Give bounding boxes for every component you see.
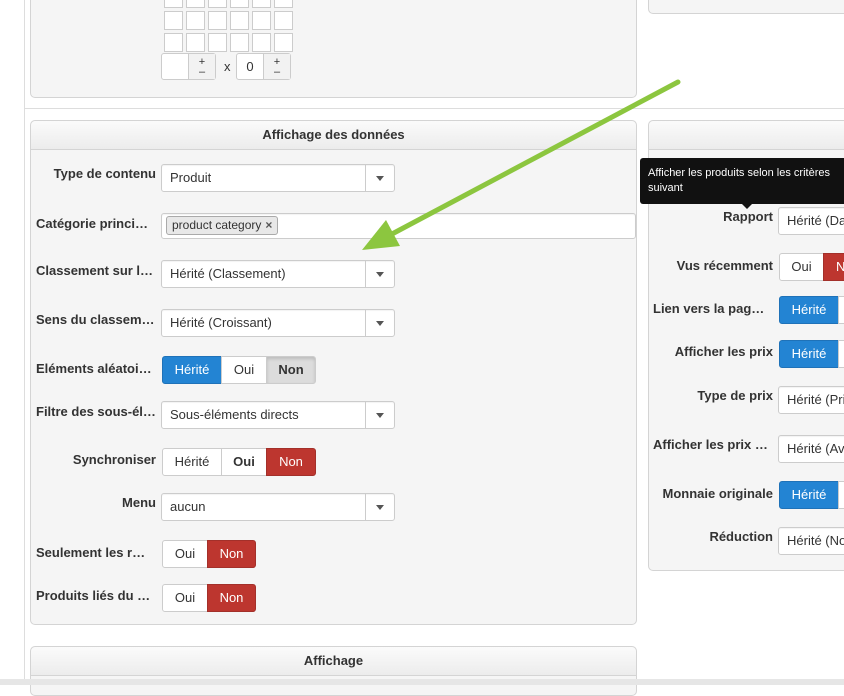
annotation-arrow-icon	[362, 79, 681, 250]
arrow-shape	[362, 79, 681, 250]
bottom-scroll-area	[0, 679, 844, 685]
